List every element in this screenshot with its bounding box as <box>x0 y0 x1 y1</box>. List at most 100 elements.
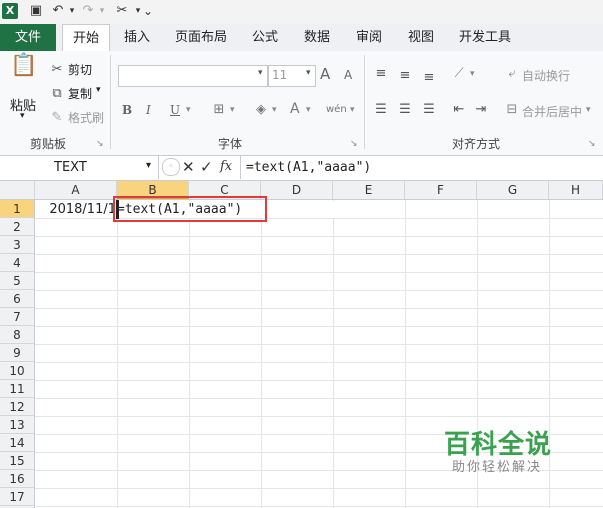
undo-dropdown-icon[interactable]: ▾ <box>64 3 80 19</box>
name-box-dropdown-icon[interactable]: ▾ <box>146 160 151 171</box>
tab-view[interactable]: 视图 <box>400 24 442 51</box>
underline-dropdown-icon[interactable]: ▾ <box>186 105 191 115</box>
align-middle-icon[interactable]: ≡ <box>396 67 414 85</box>
wrap-text-button[interactable]: 自动换行 <box>522 67 570 84</box>
column-header-h[interactable]: H <box>549 181 603 199</box>
italic-button[interactable]: I <box>146 103 151 117</box>
tab-data[interactable]: 数据 <box>296 24 338 51</box>
font-name-box[interactable] <box>118 65 268 87</box>
font-group-label: 字体 <box>217 137 242 151</box>
fill-color-dropdown-icon[interactable]: ▾ <box>272 105 277 115</box>
row-header[interactable]: 11 <box>0 380 34 398</box>
font-size-dropdown-icon[interactable]: ▾ <box>306 68 311 78</box>
row-header[interactable]: 12 <box>0 398 34 416</box>
grow-font-icon[interactable]: A <box>320 65 330 83</box>
align-left-icon[interactable]: ☰ <box>372 101 390 119</box>
wrap-text-icon: ⤶ <box>508 66 516 81</box>
customize-qat-icon[interactable]: ⌄ <box>140 3 156 19</box>
row-header[interactable]: 7 <box>0 308 34 326</box>
formula-input[interactable]: =text(A1,"aaaa") <box>246 160 371 175</box>
paste-icon[interactable]: 📋 <box>10 55 37 87</box>
increase-indent-icon[interactable]: ⇥ <box>472 101 490 119</box>
shrink-font-icon[interactable]: A <box>344 68 352 82</box>
align-top-icon[interactable]: ≡ <box>372 65 390 83</box>
ribbon-tabs: 文件 开始 插入 页面布局 公式 数据 审阅 视图 开发工具 <box>0 24 603 53</box>
row-header[interactable]: 5 <box>0 272 34 290</box>
merge-dropdown-icon[interactable]: ▾ <box>586 105 591 115</box>
group-separator <box>110 55 111 149</box>
insert-function-icon[interactable]: fx <box>220 159 232 174</box>
tab-page-layout[interactable]: 页面布局 <box>170 24 232 51</box>
column-header-g[interactable]: G <box>477 181 549 199</box>
font-name-dropdown-icon[interactable]: ▾ <box>258 68 263 78</box>
highlight-box <box>113 196 267 222</box>
row-header[interactable]: 3 <box>0 236 34 254</box>
row-header[interactable]: 15 <box>0 452 34 470</box>
phonetic-icon[interactable]: wén <box>326 101 347 119</box>
cut-button[interactable]: 剪切 <box>68 61 92 78</box>
font-launcher-icon[interactable]: ↘ <box>350 135 358 153</box>
column-headers: A B C D E F G H <box>0 181 603 200</box>
font-color-dropdown-icon[interactable]: ▾ <box>306 105 311 115</box>
row-header[interactable]: 1 <box>0 200 34 218</box>
paste-dropdown-icon[interactable]: ▾ <box>20 111 25 121</box>
row-header[interactable]: 16 <box>0 470 34 488</box>
row-header[interactable]: 13 <box>0 416 34 434</box>
quick-access-toolbar: X ▣ ↶ ▾ ↷ ▾ ✂ ▾ ⌄ <box>0 0 603 24</box>
clipboard-group-label: 剪贴板 <box>29 137 66 151</box>
select-all-corner[interactable] <box>0 181 35 199</box>
row-header[interactable]: 14 <box>0 434 34 452</box>
name-box-value: TEXT <box>54 160 87 175</box>
align-center-icon[interactable]: ☰ <box>396 101 414 119</box>
tab-file[interactable]: 文件 <box>0 24 56 51</box>
column-header-d[interactable]: D <box>261 181 333 199</box>
merge-center-icon: ⊟ <box>506 102 518 117</box>
tools-icon[interactable]: ✂ <box>114 3 130 19</box>
align-bottom-icon[interactable]: ≡ <box>420 69 438 87</box>
redo-dropdown-icon[interactable]: ▾ <box>94 3 110 19</box>
scissors-icon: ✂ <box>51 62 63 77</box>
save-icon[interactable]: ▣ <box>28 3 44 19</box>
row-header[interactable]: 6 <box>0 290 34 308</box>
decrease-indent-icon[interactable]: ⇤ <box>450 101 468 119</box>
row-header[interactable]: 17 <box>0 488 34 506</box>
copy-dropdown-icon[interactable]: ▾ <box>96 85 101 95</box>
font-color-icon[interactable]: A <box>290 101 300 117</box>
borders-icon[interactable]: ⊞ <box>210 101 228 119</box>
cell-a1[interactable]: 2018/11/1 <box>36 201 116 218</box>
phonetic-dropdown-icon[interactable]: ▾ <box>350 105 355 115</box>
excel-app-icon[interactable]: X <box>2 3 18 19</box>
format-painter-button[interactable]: 格式刷 <box>68 109 104 126</box>
group-separator <box>364 55 365 149</box>
row-header[interactable]: 9 <box>0 344 34 362</box>
alignment-launcher-icon[interactable]: ↘ <box>588 135 596 153</box>
tab-home[interactable]: 开始 <box>62 24 110 53</box>
row-header[interactable]: 10 <box>0 362 34 380</box>
confirm-edit-icon[interactable]: ✓ <box>200 158 213 176</box>
borders-dropdown-icon[interactable]: ▾ <box>230 105 235 115</box>
column-header-f[interactable]: F <box>405 181 477 199</box>
expand-formula-icon[interactable]: ◦ <box>162 158 180 176</box>
clipboard-launcher-icon[interactable]: ↘ <box>96 135 104 153</box>
fill-color-icon[interactable]: ◈ <box>252 101 270 119</box>
column-header-a[interactable]: A <box>35 181 117 199</box>
bold-button[interactable]: B <box>122 103 132 117</box>
row-header[interactable]: 8 <box>0 326 34 344</box>
column-header-e[interactable]: E <box>333 181 405 199</box>
orientation-dropdown-icon[interactable]: ▾ <box>470 69 475 79</box>
format-painter-icon: ✎ <box>51 110 63 125</box>
name-box[interactable]: TEXT ▾ <box>0 156 159 179</box>
row-header[interactable]: 2 <box>0 218 34 236</box>
cancel-edit-icon[interactable]: ✕ <box>182 158 195 176</box>
tab-review[interactable]: 审阅 <box>348 24 390 51</box>
row-headers: 1 2 3 4 5 6 7 8 9 10 11 12 13 14 15 16 1… <box>0 200 35 508</box>
align-right-icon[interactable]: ☰ <box>420 101 438 119</box>
tab-formulas[interactable]: 公式 <box>244 24 286 51</box>
row-header[interactable]: 4 <box>0 254 34 272</box>
merge-center-button[interactable]: 合并后居中 <box>522 103 582 120</box>
tab-developer[interactable]: 开发工具 <box>452 24 518 51</box>
copy-button[interactable]: 复制 <box>68 85 92 102</box>
tab-insert[interactable]: 插入 <box>116 24 158 51</box>
underline-button[interactable]: U <box>170 103 180 117</box>
orientation-icon[interactable]: ⟋ <box>450 65 468 83</box>
